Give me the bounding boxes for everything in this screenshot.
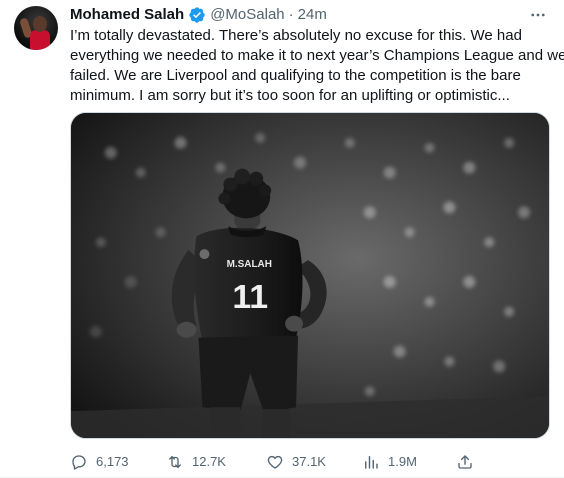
reply-button[interactable]: 6,173 [70, 452, 129, 472]
retweet-button[interactable]: 12.7K [166, 452, 226, 472]
views-count: 1.9M [388, 454, 417, 469]
author-name[interactable]: Mohamed Salah [70, 5, 184, 25]
like-count: 37.1K [292, 454, 326, 469]
reply-count: 6,173 [96, 454, 129, 469]
photo-salah-back-view: M.SALAH 11 [71, 113, 549, 438]
tweet-text-line: I’m totally devastated. There’s absolute… [70, 27, 522, 44]
tweet-text: I’m totally devastated. There’s absolute… [70, 26, 564, 106]
tweet-text-line: failed. We are Liverpool and qualifying … [70, 67, 521, 84]
jersey-number-text: 11 [232, 278, 268, 316]
tweet-timestamp[interactable]: 24m [298, 5, 327, 25]
heart-icon [267, 455, 283, 469]
like-button[interactable]: 37.1K [266, 452, 326, 472]
share-button[interactable] [456, 452, 474, 472]
tweet-text-line: everything we needed to make it to next … [70, 47, 564, 64]
tweet-text-line: minimum. I am sorry but it’s too soon fo… [70, 87, 510, 104]
retweet-count: 12.7K [192, 454, 226, 469]
views-button[interactable]: 1.9M [362, 452, 417, 472]
jersey-name-text: M.SALAH [227, 259, 272, 270]
tweet[interactable]: Mohamed Salah @MoSalah · 24m I’m totally… [0, 0, 564, 478]
more-options-icon[interactable] [528, 8, 548, 22]
reply-icon [72, 455, 86, 470]
share-icon [458, 455, 472, 469]
tweet-photo[interactable]: M.SALAH 11 [70, 112, 550, 439]
author-avatar[interactable] [14, 6, 58, 50]
author-handle[interactable]: @MoSalah [210, 5, 284, 25]
views-chart-icon [365, 456, 378, 469]
retweet-icon [169, 456, 181, 468]
separator-dot: · [288, 6, 294, 23]
tweet-header: Mohamed Salah @MoSalah · 24m [70, 5, 327, 25]
tweet-actions: 6,173 12.7K 37.1K 1.9M [70, 452, 472, 472]
verified-badge-icon [189, 7, 205, 23]
